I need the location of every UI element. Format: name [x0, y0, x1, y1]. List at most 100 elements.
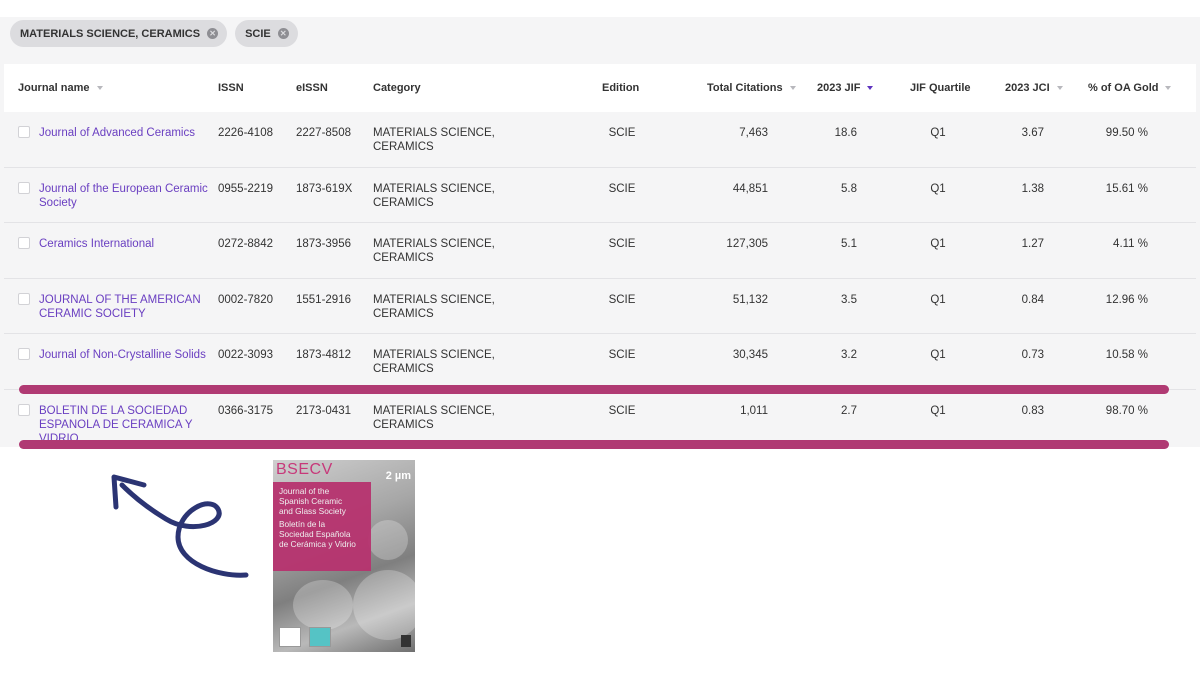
col-issn: ISSN — [218, 82, 244, 94]
cell-jif-quartile: Q1 — [930, 127, 946, 139]
cell-jif-quartile: Q1 — [930, 182, 946, 195]
cell-jci: 0.73 — [1021, 349, 1044, 362]
sort-arrow-icon — [789, 86, 796, 90]
col-label: % of OA Gold — [1088, 82, 1159, 94]
col-label: 2023 JIF — [817, 82, 861, 94]
society-logo-icon — [279, 627, 301, 647]
col-edition: Edition — [602, 82, 639, 94]
row-checkbox[interactable] — [18, 126, 30, 138]
filter-chip-category[interactable]: MATERIALS SCIENCE, CERAMICS ✕ — [10, 20, 228, 47]
cell-eissn: 1551-2916 — [296, 293, 351, 306]
row-checkbox[interactable] — [18, 237, 30, 250]
cover-title: BSECV — [276, 461, 333, 478]
cell-total-citations: 127,305 — [726, 238, 768, 251]
highlight-bar-bottom — [19, 440, 1169, 449]
sort-arrow-icon — [96, 86, 103, 90]
row-checkbox[interactable] — [18, 292, 30, 305]
cell-total-citations: 1,011 — [740, 404, 768, 417]
open-access-logo-icon — [309, 627, 331, 647]
cover-title-block: Journal of the Spanish Ceramic and Glass… — [273, 482, 371, 571]
cell-jif-quartile: Q1 — [930, 404, 946, 417]
cell-jif: 2.7 — [841, 404, 857, 417]
cell-jci: 3.67 — [1021, 127, 1044, 139]
cell-oa-gold: 10.58 % — [1105, 349, 1148, 362]
cell-issn: 0272-8842 — [218, 238, 273, 251]
close-circle-icon[interactable]: ✕ — [207, 28, 219, 39]
cell-edition: SCIE — [608, 404, 636, 417]
journal-name-link[interactable]: JOURNAL OF THE AMERICAN CERAMIC SOCIETY — [39, 293, 221, 321]
cell-category: MATERIALS SCIENCE, CERAMICS — [373, 127, 495, 153]
cell-edition: SCIE — [608, 293, 636, 306]
table-row: BOLETIN DE LA SOCIEDAD ESPANOLA DE CERAM… — [4, 390, 1196, 446]
table-row: Journal of Non-Crystalline Solids 0022-30… — [4, 334, 1196, 390]
col-jif[interactable]: 2023 JIF — [817, 82, 874, 94]
sort-arrow-icon — [1056, 86, 1063, 90]
cell-total-citations: 51,132 — [732, 293, 768, 306]
cell-issn: 0002-7820 — [218, 293, 273, 306]
highlight-bar-top — [19, 385, 1169, 394]
cover-en-line: and Glass Society — [279, 506, 346, 516]
cell-oa-gold: 15.61 % — [1105, 182, 1148, 195]
cell-category: MATERIALS SCIENCE, CERAMICS — [373, 293, 495, 320]
journal-name-link[interactable]: Journal of the European Ceramic Society — [39, 182, 221, 210]
cell-oa-gold: 12.96 % — [1105, 293, 1148, 306]
table-header: Journal name ISSN eISSN Category Edition… — [4, 64, 1196, 112]
col-oa-gold[interactable]: % of OA Gold — [1088, 82, 1172, 94]
cell-eissn: 1873-3956 — [296, 238, 351, 251]
col-label: ISSN — [218, 82, 244, 94]
cover-en-line: Journal of the — [279, 486, 330, 496]
col-jci[interactable]: 2023 JCI — [1005, 82, 1063, 94]
cell-jif: 3.5 — [841, 293, 857, 306]
cell-oa-gold: 4.11 % — [1113, 238, 1148, 251]
sort-arrow-active-icon — [867, 86, 874, 90]
cell-eissn: 2227-8508 — [296, 127, 351, 139]
cell-jci: 0.83 — [1021, 404, 1044, 417]
filter-chip-label: SCIE — [245, 27, 271, 40]
row-checkbox[interactable] — [18, 403, 30, 416]
cell-oa-gold: 98.70 % — [1105, 404, 1148, 417]
table-row: Journal of Advanced Ceramics 2226-4108 222… — [4, 112, 1196, 168]
col-total-citations[interactable]: Total Citations — [707, 82, 796, 94]
cell-jci: 0.84 — [1021, 293, 1044, 306]
cell-oa-gold: 99.50 % — [1105, 127, 1148, 139]
filter-chips: MATERIALS SCIENCE, CERAMICS ✕ SCIE ✕ — [10, 20, 298, 48]
row-checkbox[interactable] — [18, 181, 30, 194]
col-label: Category — [373, 82, 421, 94]
journal-cover-image: BSECV 2 µm Journal of the Spanish Cerami… — [273, 460, 415, 652]
cell-issn: 2226-4108 — [218, 127, 273, 139]
journal-name-link[interactable]: Journal of Non-Crystalline Solids — [39, 348, 221, 362]
cell-jif-quartile: Q1 — [930, 238, 946, 251]
col-jif-quartile: JIF Quartile — [910, 82, 971, 94]
cell-issn: 0022-3093 — [218, 349, 273, 362]
filter-chip-edition[interactable]: SCIE ✕ — [235, 20, 298, 47]
cover-es-line: de Cerámica y Vidrio — [279, 539, 356, 549]
cell-jif: 5.1 — [841, 238, 857, 251]
cell-category: MATERIALS SCIENCE, CERAMICS — [373, 349, 495, 376]
cell-eissn: 1873-4812 — [296, 349, 351, 362]
col-label: JIF Quartile — [910, 82, 971, 94]
close-circle-icon[interactable]: ✕ — [277, 28, 289, 39]
cover-es-line: Boletín de la — [279, 519, 326, 529]
cell-category: MATERIALS SCIENCE, CERAMICS — [373, 404, 495, 431]
col-journal-name[interactable]: Journal name — [18, 82, 103, 94]
cell-edition: SCIE — [608, 238, 636, 251]
col-category: Category — [373, 82, 421, 94]
cell-category: MATERIALS SCIENCE, CERAMICS — [373, 238, 495, 265]
cell-edition: SCIE — [608, 349, 636, 362]
table-body: Journal of Advanced Ceramics 2226-4108 222… — [4, 112, 1196, 446]
curved-arrow-icon — [111, 474, 249, 578]
row-checkbox[interactable] — [18, 348, 30, 361]
cover-logos — [279, 627, 331, 647]
journal-name-link[interactable]: Journal of Advanced Ceramics — [39, 126, 221, 140]
table-row: JOURNAL OF THE AMERICAN CERAMIC SOCIETY 0… — [4, 279, 1196, 335]
cell-eissn: 2173-0431 — [296, 404, 351, 417]
filter-chip-label: MATERIALS SCIENCE, CERAMICS — [20, 27, 201, 40]
sort-arrow-icon — [1165, 86, 1172, 90]
table-row: Ceramics International 0272-8842 1873-3956… — [4, 223, 1196, 279]
cell-total-citations: 7,463 — [739, 127, 768, 139]
col-label: eISSN — [296, 82, 328, 94]
table-row: Journal of the European Ceramic Society 0… — [4, 168, 1196, 224]
journal-name-link[interactable]: Ceramics International — [39, 237, 221, 251]
col-label: 2023 JCI — [1005, 82, 1050, 94]
cell-jci: 1.38 — [1021, 182, 1044, 195]
